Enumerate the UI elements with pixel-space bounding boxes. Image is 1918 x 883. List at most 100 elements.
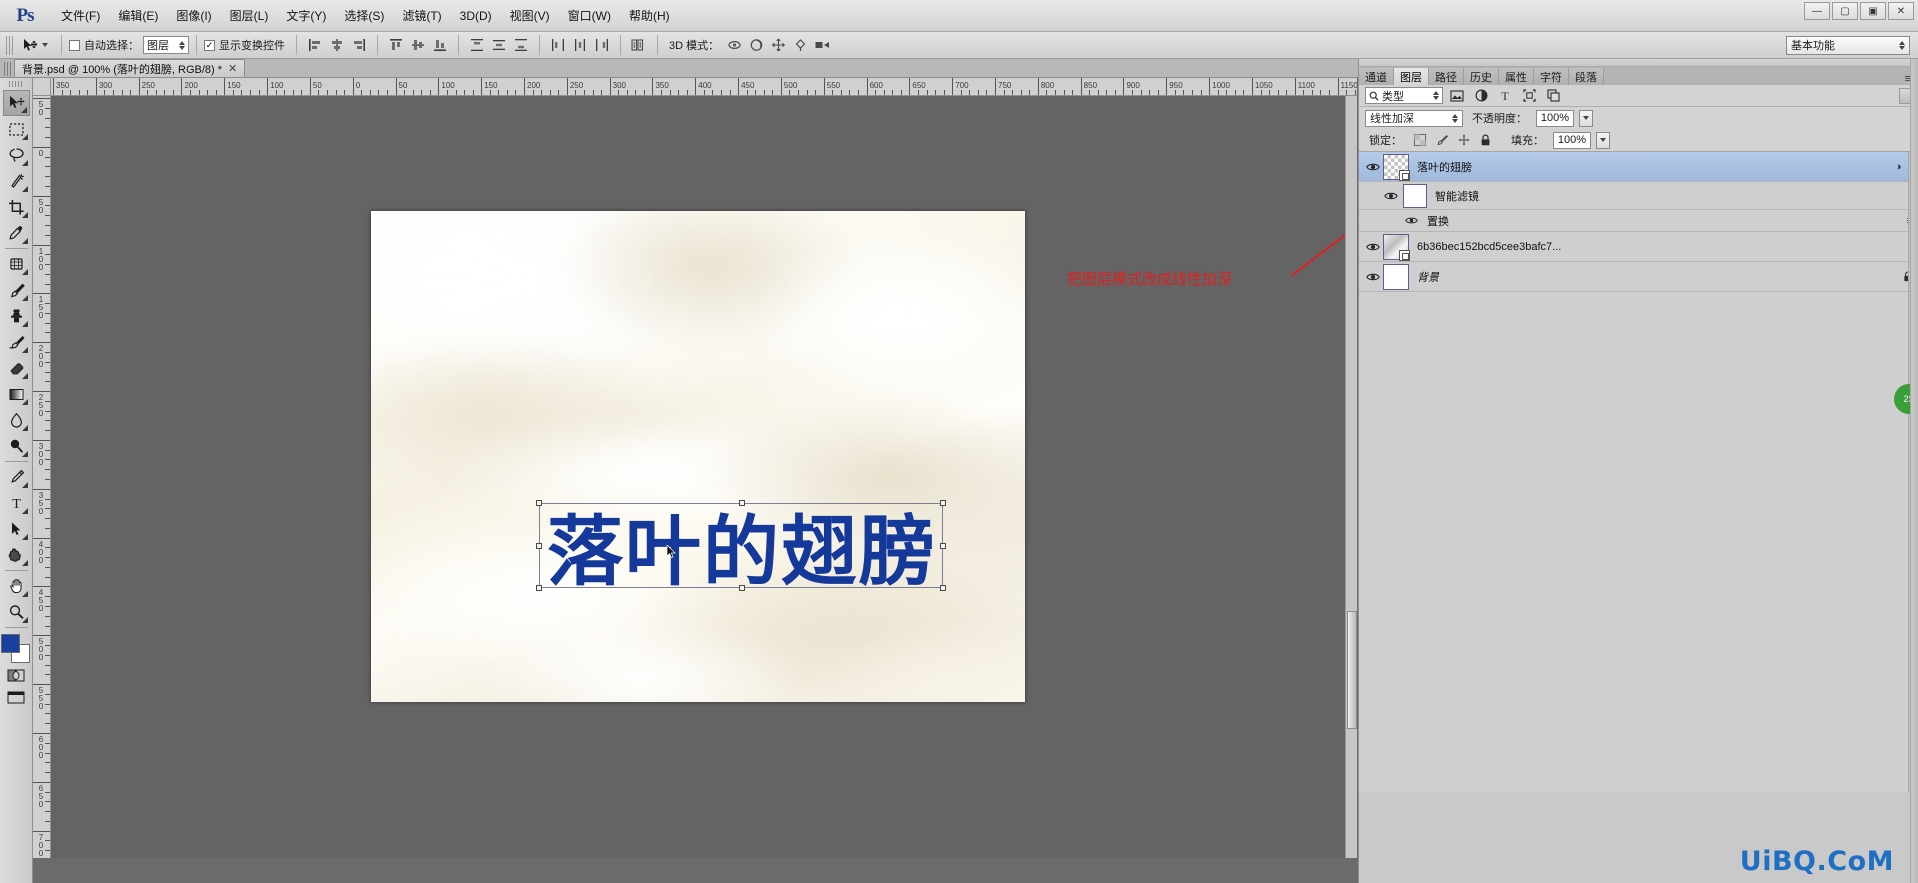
- auto-select-checkbox[interactable]: [69, 39, 80, 51]
- smart-filter-mask-thumbnail[interactable]: [1403, 183, 1427, 208]
- smart-object-filter-icon[interactable]: [1543, 87, 1563, 105]
- color-swatches[interactable]: [1, 634, 31, 664]
- layer-visibility-icon[interactable]: [1363, 272, 1383, 282]
- shape-layers-filter-icon[interactable]: [1519, 87, 1539, 105]
- tab-bar-grip[interactable]: [4, 62, 11, 76]
- layers-list[interactable]: 落叶的翅膀 ◑ ▴ 智能滤镜 置换 ≡: [1359, 152, 1918, 792]
- document-tab-close-icon[interactable]: ✕: [228, 62, 237, 75]
- layer-thumbnail[interactable]: [1383, 263, 1409, 290]
- dodge-tool[interactable]: [3, 433, 30, 459]
- slide-3d-icon[interactable]: [790, 35, 810, 55]
- hand-tool[interactable]: [3, 573, 30, 599]
- lasso-tool[interactable]: [3, 142, 30, 168]
- menu-filter[interactable]: 滤镜(T): [393, 3, 450, 28]
- layer-row-smart-object[interactable]: 落叶的翅膀 ◑ ▴: [1359, 152, 1918, 182]
- zoom-tool[interactable]: [3, 599, 30, 625]
- menu-file[interactable]: 文件(F): [52, 3, 109, 28]
- distribute-horizontal-center-icon[interactable]: [570, 35, 590, 55]
- scale-3d-icon[interactable]: [812, 35, 832, 55]
- screen-mode-toggle[interactable]: [3, 686, 30, 708]
- tab-paths[interactable]: 路径: [1429, 68, 1464, 85]
- distribute-left-icon[interactable]: [548, 35, 568, 55]
- magic-wand-tool[interactable]: [3, 168, 30, 194]
- history-brush-tool[interactable]: [3, 329, 30, 355]
- distribute-bottom-icon[interactable]: [511, 35, 531, 55]
- align-bottom-edges-icon[interactable]: [430, 35, 450, 55]
- dock-grip[interactable]: [1359, 59, 1918, 67]
- adjustment-layers-filter-icon[interactable]: [1471, 87, 1491, 105]
- menu-help[interactable]: 帮助(H): [620, 3, 679, 28]
- auto-select-scope-select[interactable]: 图层: [143, 36, 189, 54]
- lock-image-pixels-icon[interactable]: [1433, 132, 1450, 149]
- foreground-color-swatch[interactable]: [1, 634, 20, 653]
- lock-transparent-pixels-icon[interactable]: [1411, 132, 1428, 149]
- tab-character[interactable]: 字符: [1534, 68, 1569, 85]
- transform-handle-bottom-right[interactable]: [940, 585, 946, 591]
- lock-position-icon[interactable]: [1455, 132, 1472, 149]
- pen-tool[interactable]: [3, 464, 30, 490]
- pixel-layers-filter-icon[interactable]: [1447, 87, 1467, 105]
- type-tool[interactable]: T: [3, 490, 30, 516]
- transform-handle-middle-left[interactable]: [536, 543, 542, 549]
- layer-row-background[interactable]: 背景: [1359, 262, 1918, 292]
- canvas-scrollbar-thumb[interactable]: [1347, 611, 1357, 729]
- align-vertical-centers-icon[interactable]: [408, 35, 428, 55]
- brush-tool[interactable]: [3, 277, 30, 303]
- horizontal-ruler[interactable]: 350 300 250 200 150 100 50 0 50 100 150 200 250 300 35…: [51, 78, 1357, 96]
- distribute-vertical-center-icon[interactable]: [489, 35, 509, 55]
- eyedropper-tool[interactable]: [3, 220, 30, 246]
- layer-thumbnail[interactable]: [1383, 233, 1410, 261]
- quick-mask-toggle[interactable]: [3, 664, 30, 686]
- toolbox-grip[interactable]: [9, 81, 23, 87]
- transform-handle-bottom-center[interactable]: [739, 585, 745, 591]
- rotate-3d-icon[interactable]: [724, 35, 744, 55]
- layer-row-placed-image[interactable]: 6b36bec152bcd5cee3bafc7...: [1359, 232, 1918, 262]
- show-transform-checkbox[interactable]: ✓: [204, 39, 215, 51]
- close-button[interactable]: ✕: [1888, 2, 1914, 20]
- tab-channels[interactable]: 通道: [1359, 68, 1394, 85]
- distribute-right-icon[interactable]: [592, 35, 612, 55]
- smart-filter-visibility-icon[interactable]: [1381, 191, 1401, 201]
- marquee-tool[interactable]: [3, 116, 30, 142]
- tab-history[interactable]: 历史: [1464, 68, 1499, 85]
- eraser-tool[interactable]: [3, 355, 30, 381]
- tab-layers[interactable]: 图层: [1394, 68, 1429, 85]
- transform-handle-top-left[interactable]: [536, 500, 542, 506]
- document-tab[interactable]: 背景.psd @ 100% (落叶的翅膀, RGB/8) * ✕: [14, 59, 246, 77]
- layer-filter-badge-icon[interactable]: ◑: [1895, 161, 1902, 173]
- workspace-select[interactable]: 基本功能: [1786, 35, 1910, 55]
- layer-visibility-icon[interactable]: [1363, 162, 1383, 172]
- menu-view[interactable]: 视图(V): [501, 3, 559, 28]
- menu-type[interactable]: 文字(Y): [277, 3, 335, 28]
- artboard[interactable]: 落叶的翅膀: [371, 211, 1025, 702]
- layer-name[interactable]: 背景: [1417, 269, 1439, 285]
- blur-tool[interactable]: [3, 407, 30, 433]
- menu-window[interactable]: 窗口(W): [559, 3, 620, 28]
- layer-thumbnail[interactable]: [1383, 153, 1410, 181]
- filter-visibility-icon[interactable]: [1401, 216, 1421, 225]
- maximize-button[interactable]: ▣: [1860, 2, 1886, 20]
- smart-filter-group-row[interactable]: 智能滤镜: [1359, 182, 1918, 210]
- tab-paragraph[interactable]: 段落: [1569, 68, 1604, 85]
- align-left-edges-icon[interactable]: [305, 35, 325, 55]
- align-top-edges-icon[interactable]: [386, 35, 406, 55]
- spot-healing-tool[interactable]: [3, 251, 30, 277]
- clone-stamp-tool[interactable]: [3, 303, 30, 329]
- filter-name[interactable]: 置换: [1427, 213, 1449, 229]
- options-bar-grip[interactable]: [6, 35, 13, 55]
- fill-value[interactable]: 100%: [1553, 131, 1591, 149]
- pan-3d-icon[interactable]: [768, 35, 788, 55]
- menu-edit[interactable]: 编辑(E): [109, 3, 167, 28]
- distribute-top-icon[interactable]: [467, 35, 487, 55]
- gradient-tool[interactable]: [3, 381, 30, 407]
- lock-all-icon[interactable]: [1477, 132, 1494, 149]
- transform-handle-top-right[interactable]: [940, 500, 946, 506]
- menu-3d[interactable]: 3D(D): [451, 5, 501, 27]
- move-tool[interactable]: [2, 90, 30, 116]
- transform-handle-bottom-left[interactable]: [536, 585, 542, 591]
- transform-bounding-box[interactable]: [536, 500, 946, 591]
- align-right-edges-icon[interactable]: [349, 35, 369, 55]
- roll-3d-icon[interactable]: [746, 35, 766, 55]
- tool-preset-chevron-icon[interactable]: [42, 43, 48, 47]
- restore-button[interactable]: ▢: [1832, 2, 1858, 20]
